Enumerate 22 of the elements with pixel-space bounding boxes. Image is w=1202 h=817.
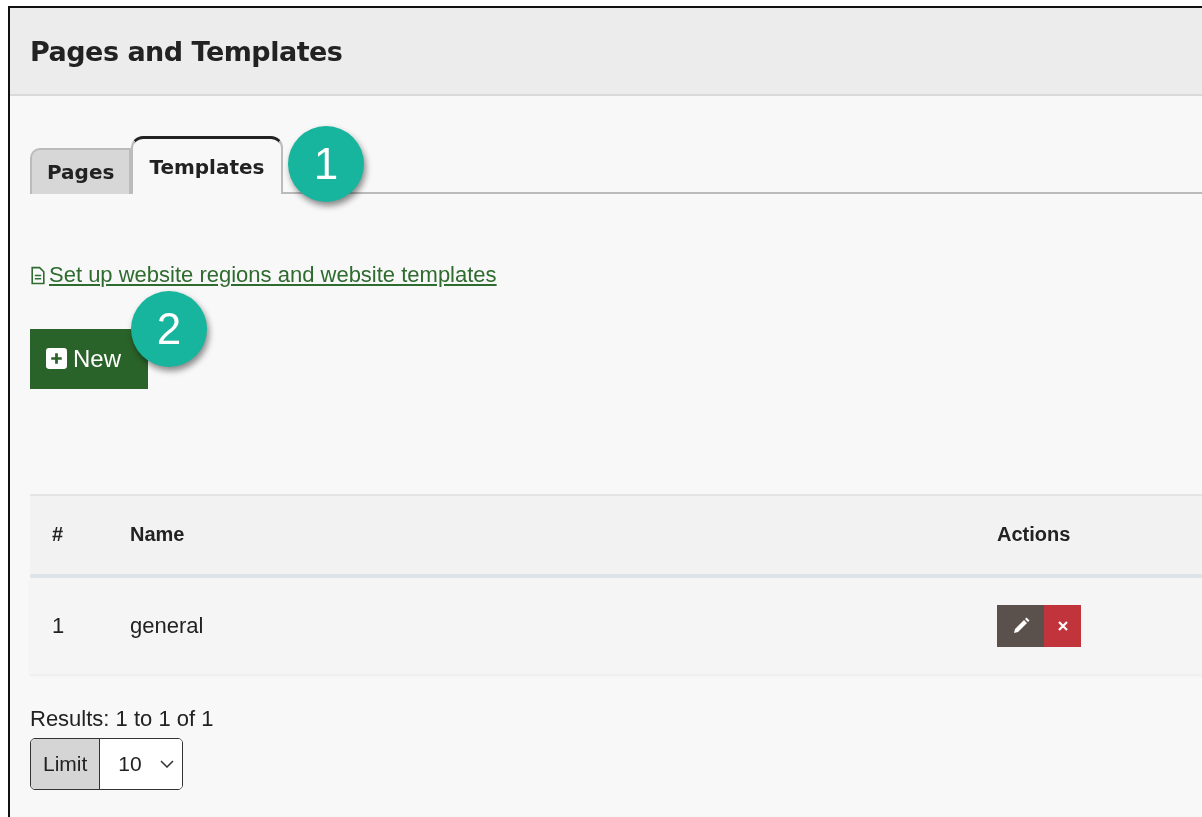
new-button[interactable]: New [30,328,148,389]
table-cell-text: general [130,612,205,639]
limit-select[interactable]: 10 [100,738,182,789]
column-header: Actions [997,523,1072,546]
tab[interactable]: Pages [30,148,132,194]
table-cell-text: 1 [51,612,66,639]
delete-button[interactable] [1044,604,1081,647]
step-badge: 1 [288,126,364,202]
step-badge: 2 [131,290,207,367]
column-header: Name [130,523,186,546]
chevron-icon [159,759,174,768]
close-icon [1056,619,1069,632]
plus-icon [46,348,67,369]
column-header: # [51,523,65,546]
results-text: Results: 1 to 1 of 1 [30,705,215,732]
page-title: Pages and Templates [30,35,343,67]
document-icon [30,265,46,285]
tab[interactable]: Templates [131,136,283,194]
limit-label: Limit [31,738,101,789]
limit-control[interactable]: Limit 10 [30,737,183,790]
edit-button[interactable] [997,604,1044,647]
templates-link[interactable]: Set up website regions and website templates [30,262,497,288]
